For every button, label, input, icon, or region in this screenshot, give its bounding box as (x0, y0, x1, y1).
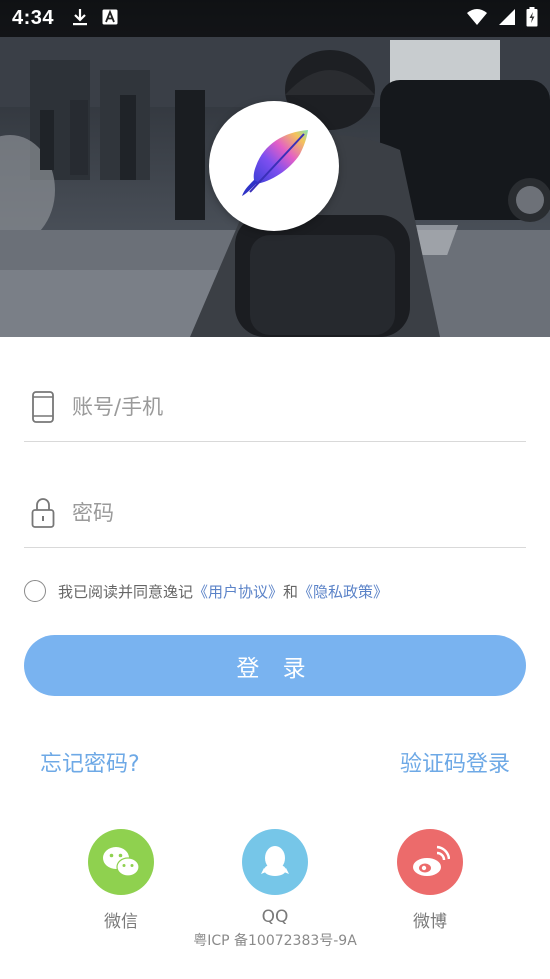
password-field (24, 478, 526, 548)
weibo-label: 微博 (413, 912, 447, 932)
wechat-label: 微信 (104, 912, 138, 932)
status-time: 4:34 (12, 7, 55, 29)
hero-banner: 4:34 (0, 0, 550, 337)
phone-icon (26, 387, 60, 427)
password-input[interactable] (72, 500, 492, 525)
qq-icon[interactable] (242, 829, 308, 895)
signal-icon (498, 8, 516, 30)
qq-login[interactable]: QQ (240, 829, 310, 927)
status-bar: 4:34 (0, 0, 550, 37)
account-field (24, 372, 526, 442)
agreement-row: 我已阅读并同意逸记 《用户协议》 和 《隐私政策》 (24, 580, 388, 602)
wechat-login[interactable]: 微信 (86, 829, 156, 932)
feather-logo-icon (234, 124, 314, 208)
account-input[interactable] (72, 394, 492, 419)
wifi-icon (466, 8, 488, 30)
weibo-login[interactable]: 微博 (395, 829, 465, 932)
forgot-password-link[interactable]: 忘记密码? (40, 746, 140, 778)
user-agreement-link[interactable]: 《用户协议》 (193, 581, 283, 602)
privacy-policy-link[interactable]: 《隐私政策》 (298, 581, 388, 602)
weibo-icon[interactable] (397, 829, 463, 895)
text-a-icon (102, 9, 118, 29)
agreement-prefix: 我已阅读并同意逸记 (58, 582, 194, 601)
login-button[interactable]: 登 录 (24, 635, 526, 696)
agreement-checkbox[interactable] (24, 580, 46, 602)
download-icon (72, 8, 88, 30)
app-logo (209, 101, 339, 231)
qq-label: QQ (261, 907, 289, 927)
lock-icon (26, 493, 60, 533)
sms-login-link[interactable]: 验证码登录 (400, 746, 510, 778)
battery-icon (526, 6, 538, 31)
agreement-and: 和 (283, 582, 299, 601)
wechat-icon[interactable] (88, 829, 154, 895)
icp-footer: 粤ICP 备10072383号-9A (193, 933, 357, 949)
